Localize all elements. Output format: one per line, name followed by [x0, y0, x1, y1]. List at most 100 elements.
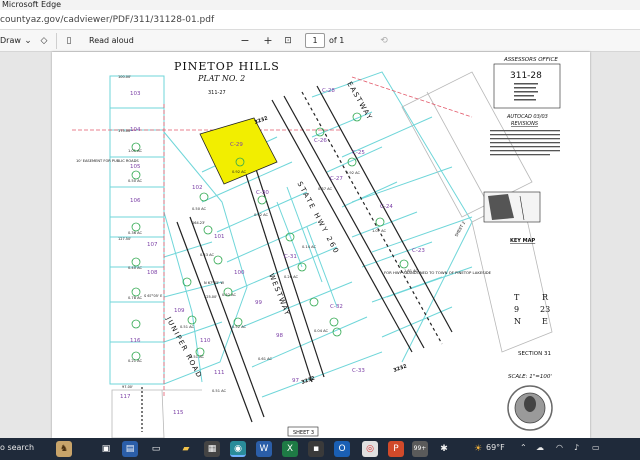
lot-id: C-23: [412, 248, 425, 254]
battery-icon[interactable]: ▭: [592, 443, 600, 452]
lot-area: 0.51 AC: [190, 355, 205, 359]
lot-area: 0.26 AC: [284, 275, 299, 279]
office-label: ASSESSORS OFFICE: [503, 57, 558, 63]
lot-area: 1.01 AC: [128, 149, 143, 153]
lot-id: 103: [130, 91, 141, 97]
lot-id: C-33: [352, 368, 365, 374]
lot-id: 109: [174, 308, 185, 314]
plat-subtitle: PLAT NO. 2: [197, 74, 245, 83]
volume-icon[interactable]: ♪: [574, 443, 579, 452]
address-bar[interactable]: countyaz.gov/cadviewer/PDF/311/31128-01.…: [0, 10, 640, 30]
lot-id: C-30: [256, 190, 269, 196]
lot-id: C-31: [284, 254, 297, 260]
dim-label: 100.00': [118, 75, 131, 79]
range-r: R: [542, 293, 549, 302]
excel-icon[interactable]: X: [282, 441, 298, 457]
lot-id: C-28: [322, 88, 335, 94]
app-icon[interactable]: ▪: [308, 441, 324, 457]
lot-id: 110: [200, 338, 211, 344]
township-n-val: 9: [514, 305, 519, 314]
window-title: Microsoft Edge: [2, 0, 62, 9]
lot-area: 1.61 AC: [404, 269, 419, 273]
parcel-lines: [109, 71, 473, 398]
toolbar-divider: [56, 33, 57, 49]
dim-label: N 67°05' W: [204, 281, 224, 285]
draw-chevron-down-icon[interactable]: ⌄: [22, 34, 34, 48]
lot-area: 0.51 AC: [212, 389, 227, 393]
powerpoint-icon[interactable]: P: [388, 441, 404, 457]
book-info: [514, 83, 538, 101]
search-highlight-icon[interactable]: ♞: [56, 441, 72, 457]
onedrive-icon[interactable]: ☁: [536, 443, 544, 452]
number-3232-a: 3232: [254, 115, 270, 126]
lot-id: C-25: [352, 150, 365, 156]
header-ref: 311-27: [208, 90, 226, 96]
lot-id: C-29: [230, 142, 243, 148]
rotate-icon[interactable]: ⟲: [378, 34, 390, 48]
fit-page-icon[interactable]: ⊡: [282, 34, 294, 48]
eraser-icon[interactable]: ◇: [38, 34, 50, 48]
file-explorer-icon[interactable]: ▰: [178, 441, 194, 457]
autocad-label: AUTOCAD 03/03: [506, 114, 548, 120]
lot-area: 0.21 AC: [128, 359, 143, 363]
lot-id: 115: [173, 410, 184, 416]
lot-area: 0.52 AC: [222, 293, 237, 297]
lot-id: 106: [130, 198, 141, 204]
lot-id: C-24: [380, 204, 393, 210]
eastway-label: EASTWAY: [345, 80, 374, 122]
lot-area: 1.07 AC: [372, 229, 387, 233]
lot-id: 116: [130, 338, 141, 344]
lot-id: 99: [255, 300, 262, 306]
plat-title: PINETOP HILLS: [174, 60, 280, 73]
lot-area: 0.78 AC: [128, 296, 143, 300]
key-map-label: KEY MAP: [510, 238, 535, 244]
pdf-viewer[interactable]: PINETOP HILLS PLAT NO. 2 311-27 ASSESSOR…: [0, 52, 640, 438]
settings-icon[interactable]: ✱: [436, 441, 452, 457]
lot-id: 105: [130, 164, 141, 170]
lot-labels: 103 104 105 106 107 108 109 110 111 116 …: [120, 88, 425, 416]
dim-label: 125.00': [204, 295, 217, 299]
revisions-label: REVISIONS: [511, 121, 539, 127]
lot-id: 111: [214, 370, 225, 376]
draw-button[interactable]: Draw: [0, 34, 21, 48]
task-view-icon[interactable]: ▣: [98, 441, 114, 457]
wifi-icon[interactable]: ◠: [556, 443, 563, 452]
page-number-input[interactable]: 1: [305, 33, 325, 48]
range-e: E: [542, 317, 548, 326]
scale-label: SCALE: 1"=100': [508, 374, 552, 380]
chrome-icon[interactable]: ◎: [362, 441, 378, 457]
lot-id: 100: [234, 270, 245, 276]
lot-id: C-26: [314, 138, 327, 144]
weather-icon: ☀: [473, 444, 483, 454]
revisions-list: [490, 130, 560, 156]
address-url[interactable]: countyaz.gov/cadviewer/PDF/311/31128-01.…: [0, 13, 214, 27]
taskbar-search-text[interactable]: o search: [0, 443, 34, 452]
reading-view-icon[interactable]: ▯: [63, 34, 75, 48]
read-aloud-button[interactable]: Read aloud: [89, 34, 134, 48]
store-icon[interactable]: ▦: [204, 441, 220, 457]
widgets-icon[interactable]: ▤: [122, 441, 138, 457]
lot-id: C-27: [330, 176, 343, 182]
notification-badge[interactable]: 99+: [412, 441, 428, 457]
plat-map: PINETOP HILLS PLAT NO. 2 311-27 ASSESSOR…: [72, 57, 561, 438]
chat-icon[interactable]: ▭: [148, 441, 164, 457]
word-icon[interactable]: W: [256, 441, 272, 457]
lot-id: 102: [192, 185, 203, 191]
dim-label: 127.50': [118, 237, 131, 241]
township-t: T: [514, 293, 520, 302]
weather-temp[interactable]: 69°F: [486, 443, 505, 452]
lot-id: 97: [292, 378, 299, 384]
adjacent-parcels: [111, 71, 553, 438]
lot-area: 0.04 AC: [314, 329, 329, 333]
lot-id: 101: [214, 234, 225, 240]
zoom-in-button[interactable]: +: [262, 34, 274, 48]
lot-id: C-32: [330, 304, 343, 310]
edge-browser-icon[interactable]: ◉: [230, 441, 246, 457]
lot-area: 0.50 AC: [128, 179, 143, 183]
book-number: 311-28: [510, 71, 542, 81]
zoom-out-button[interactable]: −: [239, 34, 251, 48]
tray-chevron-up-icon[interactable]: ⌃: [520, 443, 527, 452]
range-val: 23: [540, 305, 550, 314]
lot-id: 117: [120, 394, 131, 400]
outlook-icon[interactable]: O: [334, 441, 350, 457]
